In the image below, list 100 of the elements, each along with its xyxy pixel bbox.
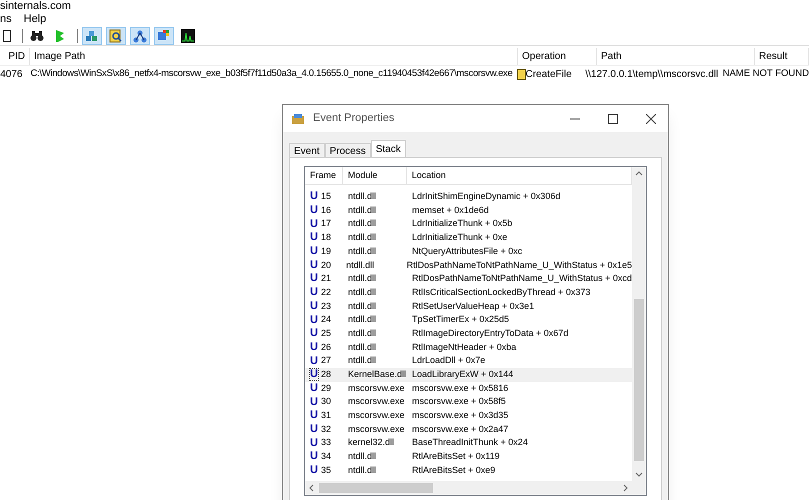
user-mode-marker: U [310,273,318,284]
location: LdrInitializeThunk + 0x5b [411,217,512,230]
stack-row[interactable]: U 20 ntdll.dll RtlDosPathNameToNtPathName_U_WithStatus + 0x1e5 [305,258,632,272]
stack-row[interactable]: U 19 ntdll.dll NtQueryAttributesFile + 0xc [305,244,632,258]
module-name: ntdll.dll [347,204,378,217]
stack-row[interactable]: U 30 mscorsvw.exe mscorsvw.exe + 0x58f5 [305,395,632,409]
location: memset + 0x1de6d [411,204,489,217]
module-name: mscorsvw.exe [347,382,406,395]
table-cell-text: NAME NOT FOUND [722,66,809,81]
location: NtQueryAttributesFile + 0xc [411,244,522,258]
frame-number: 18 [320,231,331,244]
location: TpSetTimerEx + 0x25d5 [411,313,509,326]
location: RtlIsCriticalSectionLockedByThread + 0x373 [411,286,590,299]
stack-row[interactable]: U 24 ntdll.dll TpSetTimerEx + 0x25d5 [305,313,632,327]
table-cell-text: \\127.0.0.1\temp\\mscorsvc.dll [584,68,719,82]
stack-row[interactable]: U 17 ntdll.dll LdrInitializeThunk + 0x5b [305,217,632,232]
close-icon[interactable] [646,114,656,124]
scrollbar-thumb[interactable] [319,483,433,493]
column-header[interactable]: Frame [305,167,343,184]
stack-row[interactable]: U 27 ntdll.dll LdrLoadDll + 0x7e [305,354,632,368]
user-mode-marker: U [310,191,318,202]
frame-number: 28 [320,368,331,382]
file-icon [516,68,526,80]
horizontal-scrollbar[interactable] [305,481,646,495]
column-header[interactable]: Image Path [30,48,518,65]
user-mode-marker: U [310,424,318,436]
page-icon [3,28,11,42]
user-mode-marker: U [310,396,318,408]
user-mode-marker: U [310,287,318,298]
user-mode-marker: U [310,314,318,326]
stack-row[interactable]: U 15 ntdll.dll LdrInitShimEngineDynamic + 0x306d [305,190,632,204]
location: RtlImageDirectoryEntryToData + 0x67d [411,326,568,340]
stack-row[interactable]: U 29 mscorsvw.exe mscorsvw.exe + 0x5816 [305,382,632,396]
column-header[interactable]: Operation [518,48,597,65]
user-mode-marker: U [310,382,318,394]
toolbar-button[interactable] [130,26,150,44]
location: LoadLibraryExW + 0x144 [411,368,514,382]
user-mode-marker: U [310,246,318,258]
frame-number: 16 [320,204,331,217]
scrollbar-thumb[interactable] [634,299,644,461]
tab[interactable]: Event [289,143,325,158]
stack-row[interactable]: U 21 ntdll.dll RtlDosPathNameToNtPathName_U_WithStatus + 0xcd [305,272,632,286]
vertical-scrollbar[interactable] [632,167,646,481]
column-header[interactable]: Module [342,167,407,184]
module-name: ntdll.dll [347,217,378,230]
stack-row[interactable]: U 23 ntdll.dll RtlSetUserValueHeap + 0x3e1 [305,300,632,314]
frame-number: 32 [320,422,331,436]
windows-icon [157,28,171,42]
location: BaseThreadInitThunk + 0x24 [411,436,528,450]
stack-row[interactable]: U 22 ntdll.dll RtlIsCriticalSectionLockedByThread + 0x373 [305,286,632,300]
tab[interactable]: Stack [370,140,406,158]
frame-number: 26 [320,340,331,354]
module-name: ntdll.dll [347,300,378,313]
maximize-icon[interactable] [608,114,618,124]
user-mode-marker: U [310,342,318,353]
module-name: ntdll.dll [347,450,378,464]
frame-number: 21 [320,272,331,286]
frame-number: 15 [320,190,331,204]
user-mode-marker: U [310,465,318,476]
module-name: KernelBase.dll [347,368,407,382]
stack-row[interactable]: U 35 ntdll.dll RtlAreBitsSet + 0xe9 [305,464,632,478]
stack-row[interactable]: U 34 ntdll.dll RtlAreBitsSet + 0x119 [305,450,632,464]
column-header[interactable]: PID [0,48,30,65]
module-name: ntdll.dll [347,190,378,204]
module-name: ntdll.dll [347,326,378,340]
stack-row[interactable]: U 28 KernelBase.dll LoadLibraryExW + 0x144 [305,368,632,382]
table-cell-text: 4076 [0,68,24,82]
stack-row[interactable]: U 26 ntdll.dll RtlImageNtHeader + 0xba [305,340,632,354]
cubes-icon [85,28,99,42]
table-cell-text: CreateFile [526,68,572,82]
tab[interactable]: Process [324,143,371,158]
menu-item[interactable]: Help [24,10,46,28]
frame-number: 23 [320,300,331,313]
stack-row[interactable]: U 31 mscorsvw.exe mscorsvw.exe + 0x3d35 [305,409,632,423]
user-mode-marker: U [310,451,318,462]
binoculars-icon [30,30,44,42]
location: LdrLoadDll + 0x7e [411,354,486,368]
stack-row[interactable]: U 18 ntdll.dll LdrInitializeThunk + 0xe [305,231,632,245]
document-search-icon [109,28,123,42]
stack-row[interactable]: U 25 ntdll.dll RtlImageDirectoryEntryToData + 0x67d [305,326,632,341]
activity-chart-icon [181,28,195,42]
frame-number: 25 [320,326,331,340]
location: RtlDosPathNameToNtPathName_U_WithStatus + 0x1e5 [406,258,632,272]
column-header[interactable]: Result [755,48,809,65]
frame-number: 33 [320,436,331,450]
module-name: ntdll.dll [347,354,378,368]
window-title: sinternals.com [0,0,71,12]
column-header[interactable]: Path [597,48,755,65]
menu-item[interactable]: ns [0,10,12,28]
stack-row[interactable]: U 16 ntdll.dll memset + 0x1de6d [305,204,632,218]
stack-row[interactable]: U 32 mscorsvw.exe mscorsvw.exe + 0x2a47 [305,422,632,436]
location: LdrInitShimEngineDynamic + 0x306d [411,190,560,204]
frame-number: 29 [320,382,331,395]
toolbar-button[interactable] [106,26,126,44]
location: RtlAreBitsSet + 0x119 [411,450,500,464]
user-mode-marker: U [310,410,318,422]
toolbar-button[interactable] [178,26,198,44]
user-mode-marker: U [310,232,318,244]
stack-row[interactable]: U 33 kernel32.dll BaseThreadInitThunk + 0x24 [305,436,632,450]
frame-number: 24 [320,313,331,326]
